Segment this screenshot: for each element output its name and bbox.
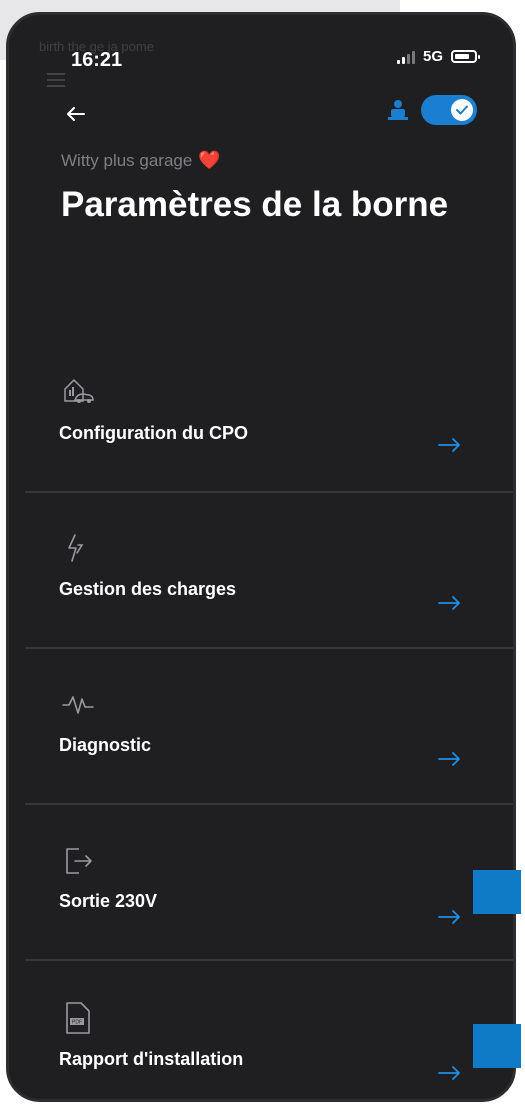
page-title: Paramètres de la borne: [61, 185, 449, 224]
overlay-square: [473, 1024, 521, 1068]
menu-item-cpo-configuration[interactable]: Configuration du CPO: [25, 337, 513, 493]
arrow-right-icon: [438, 596, 460, 610]
header-actions: [385, 95, 477, 125]
svg-text:PDF: PDF: [72, 1020, 82, 1026]
menu-label-output: Sortie 230V: [59, 891, 158, 911]
pulse-icon: [62, 696, 94, 714]
network-label: 5G: [422, 48, 443, 65]
toggle-knob: [451, 99, 473, 121]
menu-label-report: Rapport d'installation: [59, 1049, 244, 1069]
back-arrow-icon: [67, 107, 85, 121]
settings-menu: Configuration du CPO Gestion des charges…: [25, 337, 513, 1099]
cpo-config-icon: [64, 378, 94, 403]
filter-icon: [47, 73, 65, 87]
menu-item-diagnostic[interactable]: Diagnostic: [25, 649, 513, 805]
installer-icon[interactable]: [385, 97, 411, 123]
arrow-right-icon: [438, 752, 460, 766]
arrow-right-icon: [438, 910, 460, 924]
phone-screen: birth the ge ja pome 16:21 5G Witty plus…: [6, 12, 516, 1102]
status-indicators: 5G: [396, 48, 480, 65]
check-icon: [456, 105, 468, 115]
menu-item-output-230v[interactable]: Sortie 230V: [25, 805, 513, 961]
status-time: 16:21: [71, 49, 123, 71]
pdf-file-icon: PDF: [66, 1002, 90, 1034]
lightning-icon: [68, 534, 84, 562]
back-button[interactable]: [61, 99, 91, 129]
overlay-square: [473, 870, 521, 914]
menu-label-charges: Gestion des charges: [59, 579, 237, 599]
exit-icon: [66, 848, 92, 874]
arrow-right-icon: [438, 1066, 460, 1080]
menu-item-installation-report[interactable]: PDF Rapport d'installation: [25, 961, 513, 1099]
menu-item-charge-management[interactable]: Gestion des charges: [25, 493, 513, 649]
site-name-text: Witty plus garage: [61, 150, 193, 170]
signal-icon: [396, 50, 415, 64]
arrow-right-icon: [438, 438, 460, 452]
installer-mode-toggle[interactable]: [421, 95, 477, 125]
site-name: Witty plus garage ❤️: [61, 150, 221, 171]
battery-icon: [451, 50, 480, 63]
heart-icon: ❤️: [198, 150, 221, 170]
menu-label-diagnostic: Diagnostic: [59, 735, 152, 755]
menu-label-cpo: Configuration du CPO: [59, 423, 248, 443]
